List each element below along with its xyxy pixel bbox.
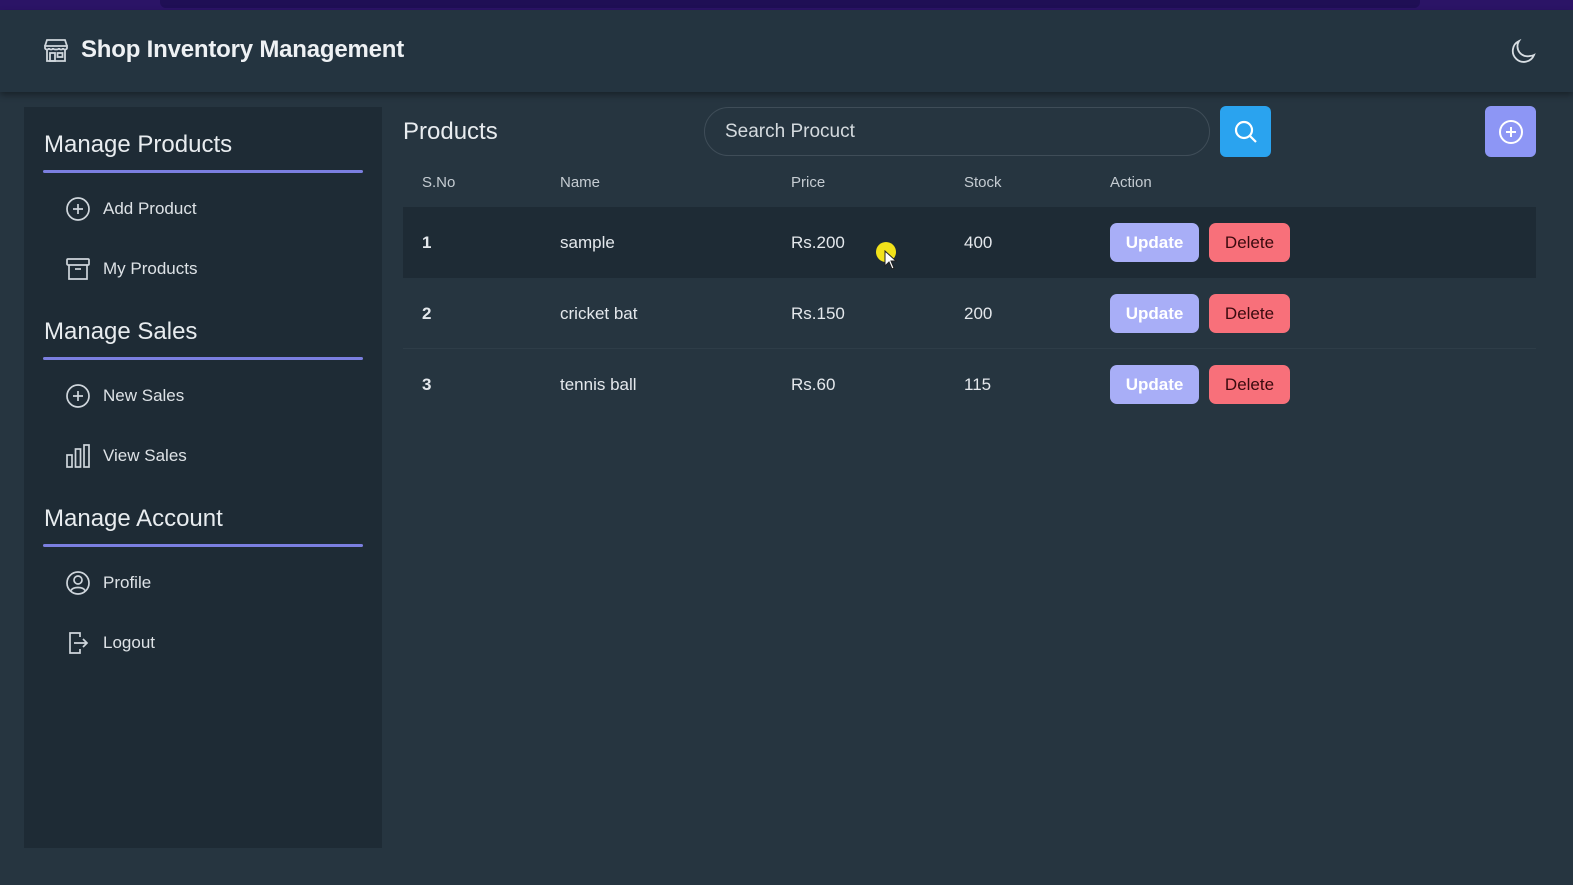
search-button[interactable] (1220, 106, 1271, 157)
cell-stock: 400 (964, 233, 993, 252)
update-button[interactable]: Update (1110, 223, 1199, 262)
column-header-name: Name (560, 174, 601, 191)
update-button[interactable]: Update (1110, 365, 1199, 404)
cell-name: sample (560, 233, 615, 252)
table-row: 3 tennis ball Rs.60 115 Update Delete (403, 349, 1536, 420)
app-header: Shop Inventory Management (0, 10, 1573, 92)
section-divider (43, 357, 363, 360)
cell-price: Rs.150 (791, 304, 845, 323)
table-row: 2 cricket bat Rs.150 200 Update Delete (403, 278, 1536, 349)
sidebar-item-logout[interactable]: Logout (65, 628, 155, 658)
cell-name: tennis ball (560, 375, 637, 394)
add-product-button[interactable] (1485, 106, 1536, 157)
section-divider (43, 170, 363, 173)
cell-price: Rs.60 (791, 375, 836, 394)
sidebar-item-label: Profile (103, 573, 152, 592)
search-icon (1234, 120, 1257, 143)
cell-sno: 1 (422, 233, 432, 252)
cell-stock: 115 (964, 375, 992, 394)
sidebar-item-new-sales[interactable]: New Sales (65, 381, 184, 411)
cell-sno: 3 (422, 375, 432, 394)
sidebar-item-label: Add Product (103, 199, 197, 218)
mouse-pointer-icon (884, 250, 898, 270)
cell-name: cricket bat (560, 304, 638, 323)
logout-icon (69, 632, 89, 654)
cell-price: Rs.200 (791, 233, 845, 252)
sidebar-item-view-sales[interactable]: View Sales (65, 441, 187, 471)
column-header-price: Price (791, 174, 826, 191)
store-icon (44, 39, 68, 62)
top-accent-strip-inner (160, 0, 1420, 8)
cell-sno: 2 (422, 304, 432, 323)
sidebar-item-label: New Sales (103, 386, 185, 405)
search-input[interactable] (704, 107, 1210, 156)
sidebar-item-add-product[interactable]: Add Product (65, 194, 197, 224)
sidebar-section-title-account: Manage Account (44, 505, 223, 532)
column-header-action: Action (1110, 174, 1152, 191)
table-header: S.No Name Price Stock Action (403, 172, 1536, 194)
moon-icon[interactable] (1509, 36, 1539, 66)
cell-stock: 200 (964, 304, 993, 323)
section-divider (43, 544, 363, 547)
plus-circle-icon (1498, 119, 1523, 144)
delete-button[interactable]: Delete (1209, 294, 1290, 333)
column-header-stock: Stock (964, 174, 1002, 191)
sidebar-item-label: View Sales (103, 446, 187, 465)
archive-box-icon (66, 258, 90, 280)
sidebar-section-title-products: Manage Products (44, 131, 233, 158)
user-circle-icon (66, 571, 90, 595)
sidebar: Manage Products Add Product My Products … (24, 107, 382, 848)
app-title: Shop Inventory Management (81, 36, 405, 63)
page-title: Products (403, 118, 498, 145)
sidebar-item-label: My Products (103, 259, 198, 278)
delete-button[interactable]: Delete (1209, 365, 1290, 404)
sidebar-item-my-products[interactable]: My Products (65, 254, 197, 284)
top-accent-strip (0, 0, 1573, 10)
bar-chart-icon (66, 444, 90, 468)
delete-button[interactable]: Delete (1209, 223, 1290, 262)
sidebar-section-title-sales: Manage Sales (44, 318, 198, 345)
sidebar-item-profile[interactable]: Profile (65, 568, 151, 598)
plus-circle-icon (66, 197, 90, 221)
table-row: 1 sample Rs.200 400 Update Delete (403, 207, 1536, 278)
sidebar-item-label: Logout (103, 633, 155, 652)
update-button[interactable]: Update (1110, 294, 1199, 333)
column-header-sno: S.No (422, 174, 456, 191)
brand: Shop Inventory Management (42, 36, 404, 64)
plus-circle-icon (66, 384, 90, 408)
